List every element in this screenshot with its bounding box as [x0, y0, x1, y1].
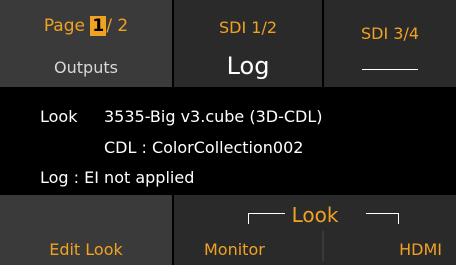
sdi-3-4-value [362, 69, 418, 70]
page-total: / 2 [106, 16, 129, 36]
hdmi-button[interactable]: HDMI [399, 240, 442, 259]
tab-sdi-3-4[interactable]: SDI 3/4 [324, 0, 456, 87]
edit-look-button[interactable]: Edit Look [0, 195, 172, 265]
look-label: Look [40, 107, 78, 126]
cdl-line: CDL : ColorCollection002 [104, 138, 304, 157]
page-current: 1 [90, 16, 107, 36]
look-info-panel: Look 3535-Big v3.cube (3D-CDL) CDL : Col… [0, 89, 456, 193]
sdi-3-4-label: SDI 3/4 [360, 24, 420, 43]
tab-sdi-1-2[interactable]: SDI 1/2 Log [174, 0, 322, 87]
edit-look-label: Edit Look [49, 240, 123, 259]
look-bracket-right [366, 213, 399, 224]
look-file: 3535-Big v3.cube (3D-CDL) [104, 107, 323, 126]
look-output-group: Look Monitor HDMI [174, 195, 456, 265]
log-status: Log : EI not applied [40, 168, 195, 187]
tab-outputs-label: Outputs [54, 58, 118, 77]
sdi-1-2-label: SDI 1/2 [218, 18, 278, 37]
page-prefix: Page [43, 16, 85, 36]
monitor-button[interactable]: Monitor [204, 240, 265, 259]
look-group-title: Look [291, 203, 339, 227]
button-divider [322, 231, 324, 261]
sdi-1-2-value: Log [226, 52, 270, 80]
page-indicator: Page 1/ 2 [0, 16, 172, 36]
tab-page-outputs[interactable]: Page 1/ 2 Outputs [0, 0, 172, 87]
